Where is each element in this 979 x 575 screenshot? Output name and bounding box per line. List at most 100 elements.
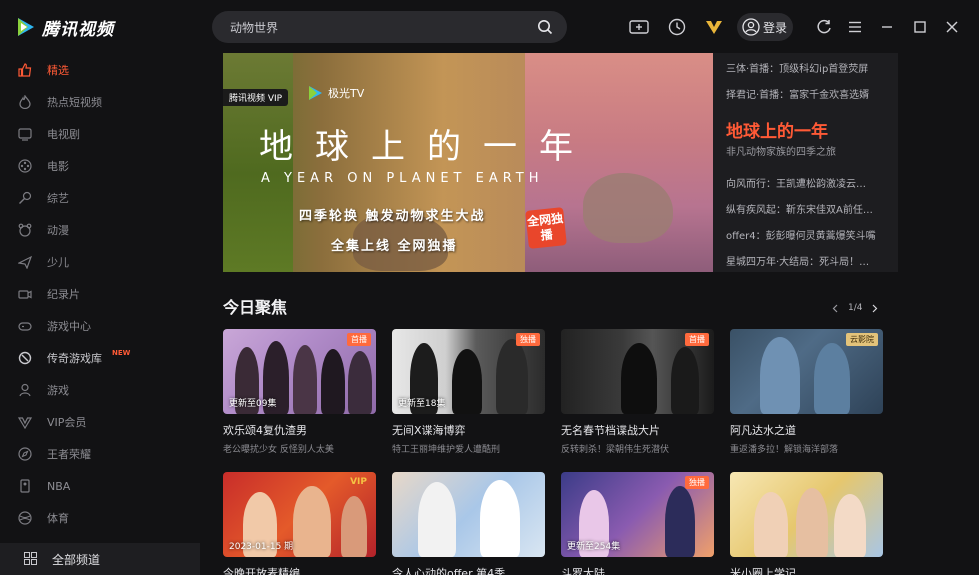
chevron-left-icon[interactable] (832, 304, 838, 313)
episode-caption: 更新至254集 (567, 542, 621, 552)
banner-title: 地球上的一年 (259, 127, 595, 167)
grid-icon (24, 552, 37, 565)
video-title: 无间X谍海博弈 (392, 424, 466, 437)
sidebar-item-sports[interactable]: 体育 (0, 503, 200, 533)
login-button[interactable]: 登录 (737, 13, 793, 41)
vip-diamond-icon (17, 414, 33, 430)
close-icon[interactable] (941, 16, 963, 38)
side-list-item[interactable]: 三体·首播：顶级科幻ip首登荧屏 (726, 60, 891, 75)
camera-icon (17, 286, 33, 302)
video-card[interactable]: 云影院 阿凡达水之道 重返潘多拉！解锁海洋部落 (730, 329, 883, 455)
sidebar-item-game-center[interactable]: 游戏中心 (0, 311, 200, 341)
sidebar: 精选 热点短视频 电视剧 电影 综艺 动漫 少儿 纪录片 游戏中心 传奇游戏库 … (0, 54, 200, 575)
menu-icon[interactable] (844, 16, 866, 38)
video-card[interactable]: 米小圈上学记 (730, 472, 883, 575)
status-badge: 独播 (516, 333, 540, 346)
hero-banner[interactable]: 腾讯视频 VIP 极光TV 地球上的一年 A YEAR ON PLANET EA… (223, 53, 713, 272)
minimize-icon[interactable] (876, 16, 898, 38)
app-logo[interactable]: 腾讯视频 (14, 15, 114, 40)
video-title: 令人心动的offer 第4季 (392, 567, 506, 575)
sidebar-item-movie[interactable]: 电影 (0, 151, 200, 181)
sidebar-item-games[interactable]: 游戏 (0, 375, 200, 405)
video-subtitle: 反转刺杀！梁朝伟生死潜伏 (561, 445, 670, 455)
maximize-icon[interactable] (909, 16, 931, 38)
side-list-item[interactable]: 纵有疾风起：靳东宋佳双A前任… (726, 201, 891, 216)
video-title: 欢乐颂4复仇渣男 (223, 424, 307, 437)
video-subtitle: 老公曝扰少女 反怪别人太美 (223, 445, 334, 455)
sidebar-item-label: 纪录片 (47, 288, 80, 301)
video-thumbnail: 独播 更新至18集 (392, 329, 545, 414)
status-badge: 首播 (685, 333, 709, 346)
video-thumbnail: 独播 更新至254集 (561, 472, 714, 557)
sidebar-item-label: 少儿 (47, 256, 69, 269)
all-channels-button[interactable]: 全部频道 (0, 543, 200, 575)
sword-icon (17, 350, 33, 366)
search-bar[interactable]: 动物世界 (212, 11, 567, 43)
side-list-highlight-title[interactable]: 地球上的一年 (726, 117, 828, 142)
vip-crown-icon[interactable] (703, 16, 725, 38)
sidebar-item-documentary[interactable]: 纪录片 (0, 279, 200, 309)
video-card[interactable]: 独播 更新至254集 斗罗大陆 (561, 472, 714, 575)
upload-icon[interactable] (628, 16, 650, 38)
plane-icon (17, 254, 33, 270)
sidebar-item-label: NBA (47, 479, 71, 493)
search-icon[interactable] (537, 19, 553, 35)
refresh-icon[interactable] (813, 16, 835, 38)
video-card[interactable]: VIP 2023-01-15 期 今晚开放麦精编 (223, 472, 376, 575)
new-badge: NEW (112, 349, 131, 357)
video-title: 阿凡达水之道 (730, 424, 796, 437)
app-name: 腾讯视频 (42, 19, 114, 40)
side-list-item[interactable]: 择君记·首播：富家千金欢喜选婿 (726, 86, 891, 101)
sidebar-item-label: 电视剧 (47, 128, 80, 141)
sidebar-item-anime[interactable]: 动漫 (0, 215, 200, 245)
video-card[interactable]: 首播 无名春节档谍战大片 反转刺杀！梁朝伟生死潜伏 (561, 329, 714, 455)
sidebar-item-legend-games[interactable]: 传奇游戏库 NEW (0, 343, 200, 373)
sidebar-item-nba[interactable]: NBA (0, 471, 200, 501)
video-title: 今晚开放麦精编 (223, 567, 300, 575)
episode-caption: 更新至18集 (398, 399, 446, 409)
video-card[interactable]: 独播 更新至18集 无间X谍海博弈 特工王丽坤维护爱人遭酷刑 (392, 329, 545, 455)
gamepad-icon (17, 318, 33, 334)
title-bar: 腾讯视频 动物世界 登录 (0, 0, 979, 54)
sidebar-item-featured[interactable]: 精选 (0, 55, 200, 85)
episode-caption: 更新至09集 (229, 399, 277, 409)
sidebar-item-tv[interactable]: 电视剧 (0, 119, 200, 149)
video-subtitle: 特工王丽坤维护爱人遭酷刑 (392, 445, 501, 455)
sidebar-item-short-video[interactable]: 热点短视频 (0, 87, 200, 117)
vip-badge: VIP (350, 477, 367, 487)
status-badge: 云影院 (846, 333, 878, 346)
sidebar-item-honor-of-kings[interactable]: 王者荣耀 (0, 439, 200, 469)
partner-logo: 极光TV (306, 84, 364, 102)
status-badge: 独播 (685, 476, 709, 489)
pager-label: 1/4 (848, 303, 863, 313)
video-title: 斗罗大陆 (561, 567, 605, 575)
tv-icon (17, 126, 33, 142)
sidebar-item-label: 精选 (47, 64, 69, 77)
side-list-item[interactable]: 向风而行：王凯遭松韵激凌云… (726, 175, 891, 190)
sidebar-item-label: VIP会员 (47, 416, 87, 429)
search-input[interactable]: 动物世界 (230, 19, 278, 36)
video-title: 米小圈上学记 (730, 567, 796, 575)
history-clock-icon[interactable] (666, 16, 688, 38)
video-card[interactable]: 令人心动的offer 第4季 (392, 472, 545, 575)
sidebar-item-variety[interactable]: 综艺 (0, 183, 200, 213)
vip-tag: 腾讯视频 VIP (223, 89, 289, 106)
sidebar-item-vip[interactable]: VIP会员 (0, 407, 200, 437)
cartoon-face-icon (17, 222, 33, 238)
nba-icon (17, 478, 33, 494)
sidebar-item-kids[interactable]: 少儿 (0, 247, 200, 277)
banner-tagline-2: 全集上线 全网独播 (331, 239, 458, 254)
sidebar-item-label: 热点短视频 (47, 96, 102, 109)
section-title: 今日聚焦 (223, 298, 288, 317)
chevron-right-icon[interactable] (872, 304, 878, 313)
sidebar-item-label: 游戏 (47, 384, 69, 397)
side-list-item[interactable]: 星城四万年·大结局：死斗局！… (726, 253, 891, 268)
film-reel-icon (17, 158, 33, 174)
video-thumbnail: 首播 更新至09集 (223, 329, 376, 414)
video-card[interactable]: 首播 更新至09集 欢乐颂4复仇渣男 老公曝扰少女 反怪别人太美 (223, 329, 376, 455)
sidebar-item-label: 传奇游戏库 (47, 352, 102, 365)
video-thumbnail (392, 472, 545, 557)
sidebar-item-label: 王者荣耀 (47, 448, 91, 461)
side-list-item[interactable]: offer4：彭彭曝何灵黄蒿爆笑斗嘴 (726, 227, 891, 242)
status-badge: 首播 (347, 333, 371, 346)
